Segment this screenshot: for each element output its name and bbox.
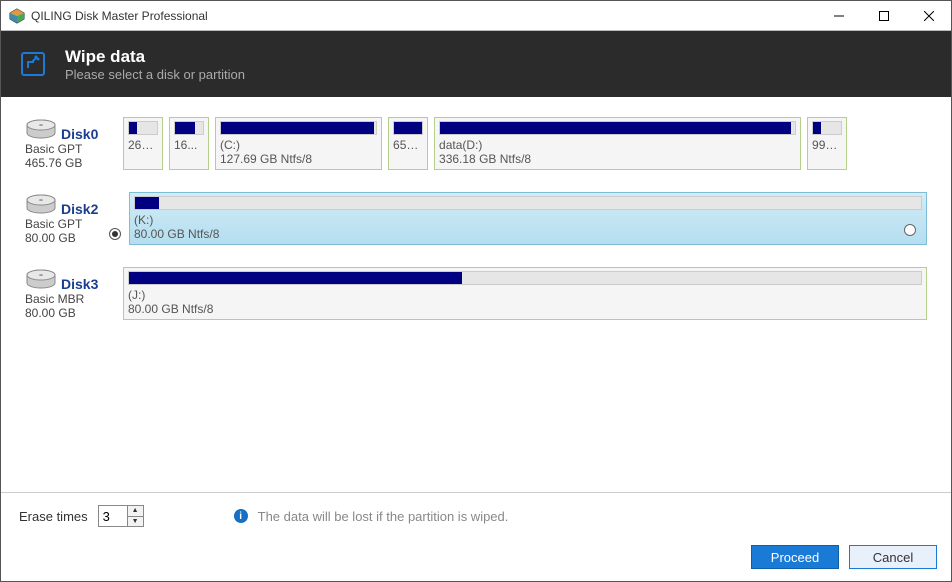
usage-bar [134, 196, 922, 210]
partition-size: 260... [128, 138, 158, 152]
cancel-button[interactable]: Cancel [849, 545, 937, 569]
partition-size: 653... [393, 138, 423, 152]
disk-scheme: Basic MBR [25, 292, 117, 306]
disk-icon [25, 269, 57, 291]
usage-bar [439, 121, 796, 135]
erase-times-label: Erase times [19, 509, 88, 524]
usage-bar [174, 121, 204, 135]
disk-row: Disk3Basic MBR80.00 GB (J:)80.00 GB Ntfs/… [25, 267, 927, 320]
disk-name: Disk0 [61, 126, 117, 142]
partition-size: 127.69 GB Ntfs/8 [220, 152, 377, 166]
erase-times-up[interactable]: ▲ [128, 506, 143, 517]
partition-size: 995... [812, 138, 842, 152]
disk-icon [25, 119, 57, 141]
footer: Erase times ▲ ▼ i The data will be lost … [1, 492, 951, 581]
partition[interactable]: 653... [388, 117, 428, 170]
partition[interactable]: (K:)80.00 GB Ntfs/8 [129, 192, 927, 245]
disk-scheme: Basic GPT [25, 217, 117, 231]
disk-radio[interactable] [109, 228, 121, 240]
proceed-button[interactable]: Proceed [751, 545, 839, 569]
page-subtitle: Please select a disk or partition [65, 67, 245, 82]
usage-bar [220, 121, 377, 135]
erase-times-down[interactable]: ▼ [128, 517, 143, 527]
disk-scheme: Basic GPT [25, 142, 117, 156]
app-icon [9, 8, 25, 24]
minimize-button[interactable] [816, 1, 861, 30]
partition-letter: data(D:) [439, 138, 796, 152]
partition[interactable]: data(D:)336.18 GB Ntfs/8 [434, 117, 801, 170]
disk-size: 80.00 GB [25, 306, 76, 320]
partition[interactable]: 16... [169, 117, 209, 170]
partition-size: 16... [174, 138, 204, 152]
disk-row: Disk0Basic GPT465.76 GB 260... 16... (C:)12… [25, 117, 927, 170]
page-header: Wipe data Please select a disk or partit… [1, 31, 951, 97]
partition-letter: (C:) [220, 138, 377, 152]
info-icon: i [234, 509, 248, 523]
wipe-icon [19, 50, 47, 78]
partition-letter: (J:) [128, 288, 922, 302]
disk-size: 465.76 GB [25, 156, 82, 170]
partition-size: 336.18 GB Ntfs/8 [439, 152, 796, 166]
warning-text: The data will be lost if the partition i… [258, 509, 509, 524]
usage-bar [812, 121, 842, 135]
partition[interactable]: (J:)80.00 GB Ntfs/8 [123, 267, 927, 320]
disk-name: Disk2 [61, 201, 117, 217]
partition-size: 80.00 GB Ntfs/8 [134, 227, 922, 241]
disk-name: Disk3 [61, 276, 117, 292]
partition-letter: (K:) [134, 213, 922, 227]
page-title: Wipe data [65, 47, 245, 67]
partition[interactable]: 995... [807, 117, 847, 170]
disk-list: Disk0Basic GPT465.76 GB260...16...(C:)12… [1, 97, 951, 507]
partition-size: 80.00 GB Ntfs/8 [128, 302, 922, 316]
disk-size: 80.00 GB [25, 231, 76, 245]
maximize-button[interactable] [861, 1, 906, 30]
usage-bar [128, 121, 158, 135]
window-title: QILING Disk Master Professional [31, 9, 816, 23]
disk-row: Disk2Basic GPT80.00 GB (K:)80.00 GB Ntfs/… [25, 192, 927, 245]
partition[interactable]: (C:)127.69 GB Ntfs/8 [215, 117, 382, 170]
erase-times-spinner[interactable]: ▲ ▼ [98, 505, 144, 527]
disk-icon [25, 194, 57, 216]
close-button[interactable] [906, 1, 951, 30]
usage-bar [128, 271, 922, 285]
usage-bar [393, 121, 423, 135]
erase-times-input[interactable] [99, 506, 127, 526]
partition[interactable]: 260... [123, 117, 163, 170]
title-bar: QILING Disk Master Professional [1, 1, 951, 31]
partition-radio[interactable] [904, 224, 916, 236]
